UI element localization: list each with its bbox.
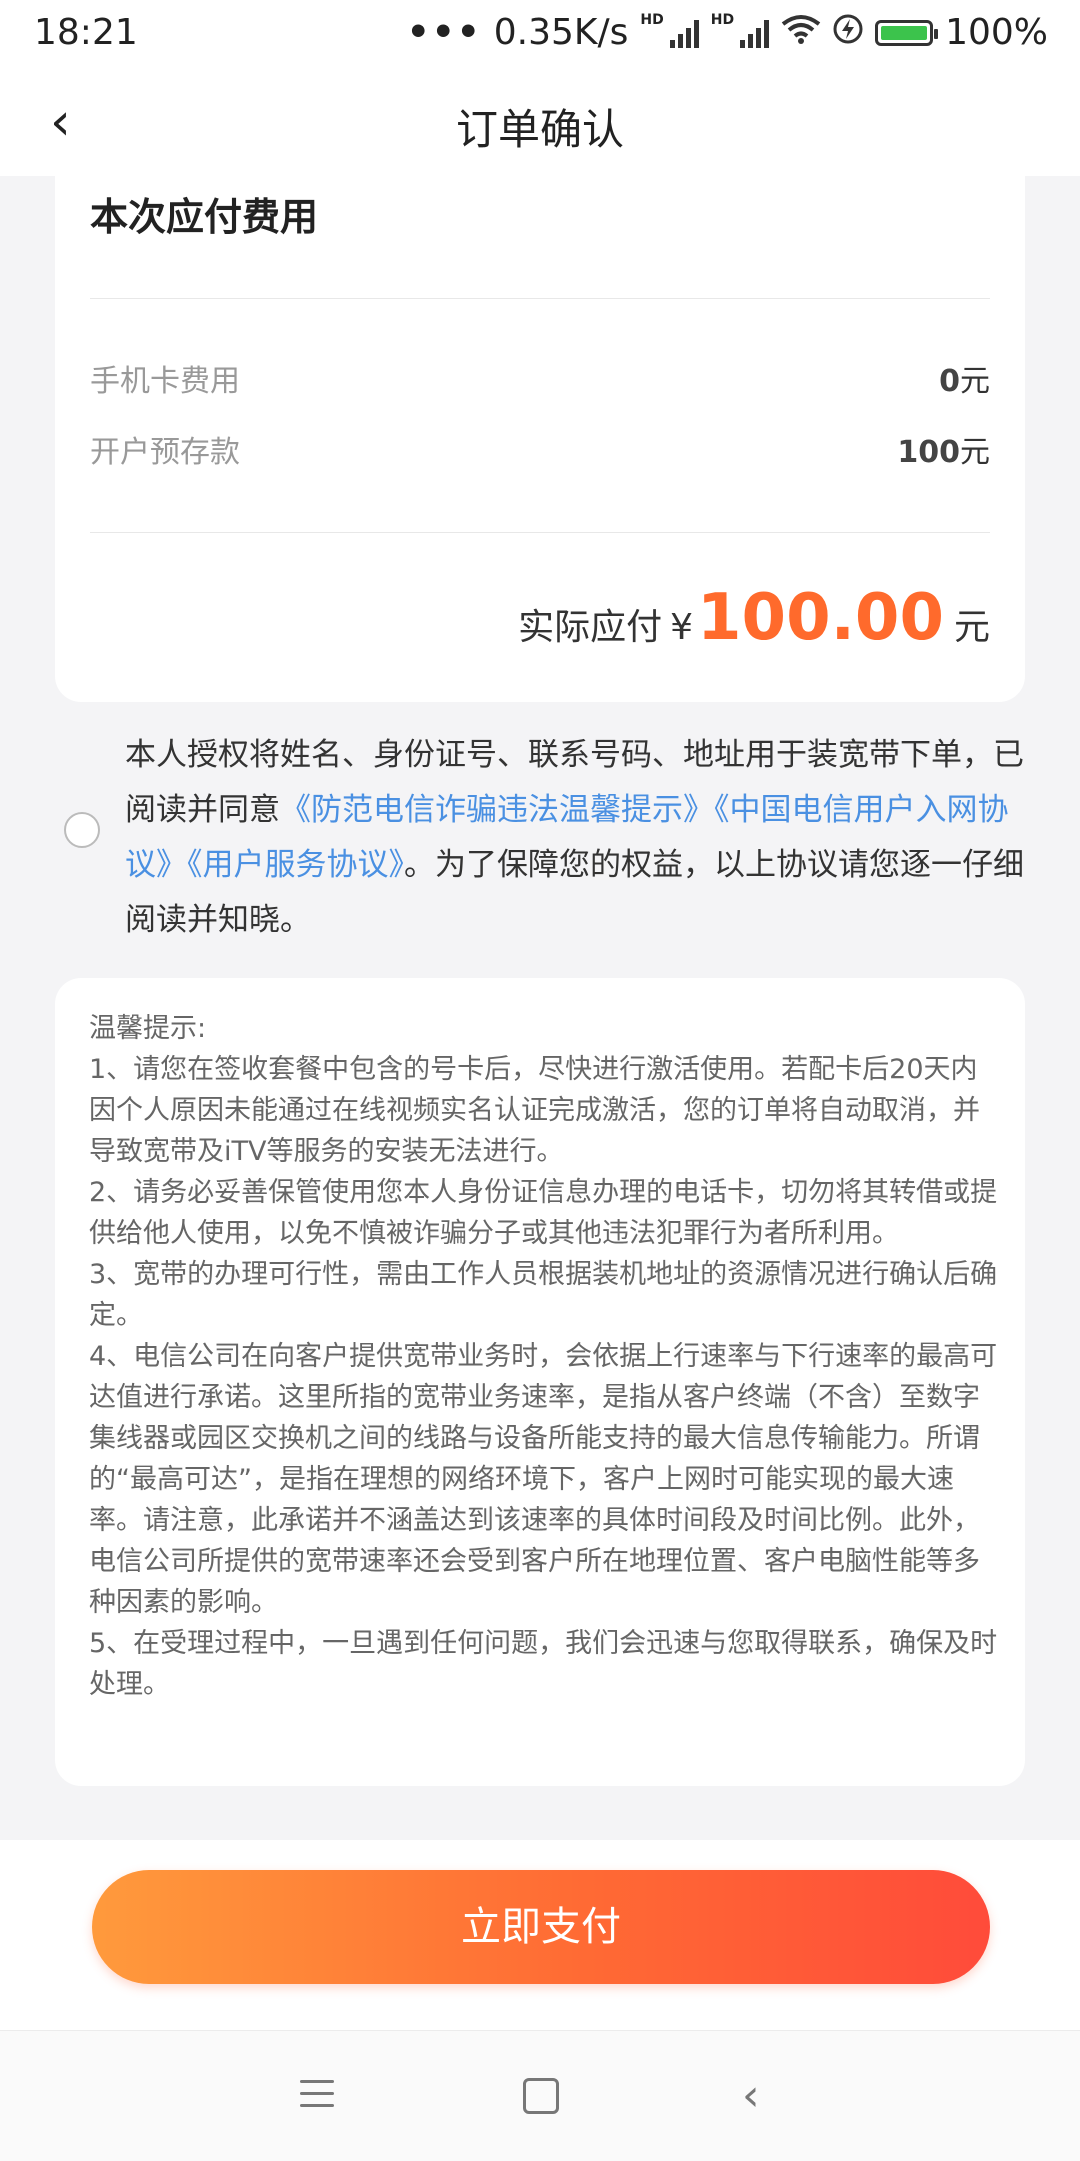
total-amount: 100.00 [697,581,944,655]
pay-now-button[interactable]: 立即支付 [92,1870,990,1984]
yen-symbol: ¥ [670,607,694,648]
divider [90,532,990,533]
tips-card: 温馨提示: 1、请您在签收套餐中包含的号卡后，尽快进行激活使用。若配卡后20天内… [55,978,1025,1786]
user-service-agreement-link[interactable]: 《用户服务协议》 [187,847,404,883]
fee-title: 本次应付费用 [90,195,319,239]
hd-label-2: HD [710,12,735,28]
tip-item: 1、请您在签收套餐中包含的号卡后，尽快进行激活使用。若配卡后20天内因个人原因未… [89,1054,980,1167]
tips-title: 温馨提示: [89,1013,207,1044]
wifi-icon [781,12,821,53]
footer: 立即支付 [0,1840,1080,2030]
battery-percent: 100% [945,12,1048,53]
fee-row-label: 开户预存款 [90,435,240,470]
fee-row-sim: 手机卡费用 0元 [90,356,990,400]
page-title: 订单确认 [455,105,624,154]
agreement-checkbox[interactable] [64,812,100,848]
total-payable: 实际应付 ¥ 100.00 元 [518,581,990,655]
tips-content: 温馨提示: 1、请您在签收套餐中包含的号卡后，尽快进行激活使用。若配卡后20天内… [89,1008,999,1705]
menu-icon[interactable] [292,2071,342,2121]
hd-label-1: HD [640,12,664,28]
home-icon[interactable] [516,2071,566,2121]
tip-item: 4、电信公司在向客户提供宽带业务时，会依据上行速率与下行速率的最高可达值进行承诺… [89,1341,998,1618]
charging-icon [833,12,863,53]
system-back-icon[interactable]: ‹ [742,2071,792,2121]
total-label: 实际应付 [518,607,663,648]
fee-row-value: 0元 [939,364,990,399]
battery-icon [875,19,939,46]
tip-item: 2、请务必妥善保管使用您本人身份证信息办理的电话卡，切勿将其转借或提供给他人使用… [89,1177,998,1249]
fee-row-value: 100元 [897,435,990,470]
divider [90,298,990,299]
agreement-text: 本人授权将姓名、身份证号、联系号码、地址用于装宽带下单，已阅读并同意《防范电信诈… [125,728,1025,948]
fee-row-deposit: 开户预存款 100元 [90,427,990,471]
more-dots-icon: ••• [406,12,482,53]
tip-item: 3、宽带的办理可行性，需由工作人员根据装机地址的资源情况进行确认后确定。 [89,1259,998,1331]
fraud-notice-link[interactable]: 《防范电信诈骗违法温馨提示》 [280,792,714,828]
total-unit: 元 [953,607,990,648]
status-bar: 18:21 ••• 0.35K/s HD HD 100% [0,0,1080,70]
nav-bar: ‹ 订单确认 [0,70,1080,176]
system-nav-bar: ‹ [0,2030,1080,2161]
tip-item: 5、在受理过程中，一旦遇到任何问题，我们会迅速与您取得联系，确保及时处理。 [89,1628,998,1700]
network-speed: 0.35K/s [493,12,629,53]
fee-card: 本次应付费用 手机卡费用 0元 开户预存款 100元 实际应付 ¥ 100.00… [55,176,1025,702]
fee-row-label: 手机卡费用 [90,364,240,399]
status-time: 18:21 [34,12,138,53]
signal-icon-2 [740,18,770,48]
agreement-section: 本人授权将姓名、身份证号、联系号码、地址用于装宽带下单，已阅读并同意《防范电信诈… [0,728,1080,948]
signal-icon-1 [669,18,699,48]
status-icons: ••• 0.35K/s HD HD 100% [407,12,1048,53]
